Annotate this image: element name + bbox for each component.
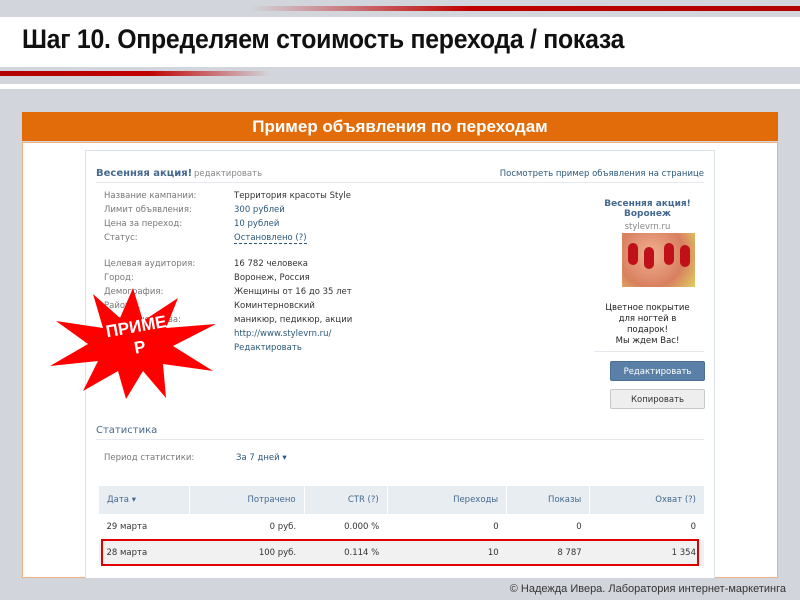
preview-domain: stylevrn.ru xyxy=(624,222,671,232)
preview-link[interactable]: Посмотреть пример объявления на странице xyxy=(500,169,704,179)
table-cell: 0.000 % xyxy=(344,522,380,532)
column-header: Потрачено xyxy=(189,486,305,514)
highlight-box xyxy=(101,539,699,566)
preview-text: Цветное покрытие для ногтей в подарок! Мы ж… xyxy=(605,303,690,346)
edit-ad-link[interactable]: редактировать xyxy=(194,169,262,179)
field-label: Название кампании: xyxy=(104,191,197,201)
field-value[interactable]: Остановлено (?) xyxy=(234,233,307,244)
column-header: Показы xyxy=(506,486,590,514)
period-dropdown[interactable]: За 7 дней ▾ xyxy=(236,453,287,463)
period-label: Период статистики: xyxy=(104,453,195,463)
targeting-value: Воронеж, Россия xyxy=(234,273,310,283)
field-label: Статус: xyxy=(104,233,138,243)
ad-preview: Весенняя акция! Воронеж stylevrn.ru xyxy=(591,199,704,232)
column-header[interactable]: Дата ▾ xyxy=(97,486,190,514)
field-label: Лимит объявления: xyxy=(104,205,192,215)
edit-targeting-link[interactable]: Редактировать xyxy=(234,343,302,353)
targeting-value: 16 782 человека xyxy=(234,259,308,269)
field-value[interactable]: 300 рублей xyxy=(234,205,285,215)
preview-title: Весенняя акция! xyxy=(604,199,691,209)
footer-credit: © Надежда Ивера. Лаборатория интернет-ма… xyxy=(509,583,786,595)
targeting-label: Город: xyxy=(104,273,134,283)
field-label: Цена за переход: xyxy=(104,219,183,229)
preview-title: Воронеж xyxy=(624,209,671,219)
table-cell: 0 xyxy=(576,522,582,532)
targeting-value[interactable]: http://www.stylevrn.ru/ xyxy=(234,329,331,339)
table-cell: 0 руб. xyxy=(269,522,297,532)
slide-title: Шаг 10. Определяем стоимость перехода / … xyxy=(22,24,625,54)
column-header: CTR (?) xyxy=(303,486,388,514)
decor-line xyxy=(250,6,800,11)
targeting-label: Целевая аудитория: xyxy=(104,259,196,269)
table-cell: 29 марта xyxy=(106,522,148,532)
table-cell: 0 xyxy=(690,522,696,532)
copy-button[interactable]: Копировать xyxy=(610,389,705,409)
targeting-value: маникюр, педикюр, акции xyxy=(234,315,353,325)
decor-line xyxy=(0,84,800,89)
targeting-value: Женщины от 16 до 35 лет xyxy=(234,287,352,297)
field-value[interactable]: 10 рублей xyxy=(234,219,279,229)
decor-line xyxy=(0,71,270,76)
targeting-value: Коминтерновский xyxy=(234,301,315,311)
column-header: Переходы xyxy=(386,486,507,514)
section-header: Пример объявления по переходам xyxy=(22,112,778,141)
table-cell: 0 xyxy=(493,522,499,532)
column-header: Охват (?) xyxy=(589,486,704,514)
stats-title: Статистика xyxy=(96,425,158,436)
ad-name: Весенняя акция! xyxy=(96,168,193,179)
field-value: Территория красоты Style xyxy=(234,191,351,201)
ad-image xyxy=(622,233,695,287)
table-row: 29 марта 0 руб. 0.000 % 0 0 0 xyxy=(99,514,705,540)
edit-button[interactable]: Редактировать xyxy=(610,361,705,381)
